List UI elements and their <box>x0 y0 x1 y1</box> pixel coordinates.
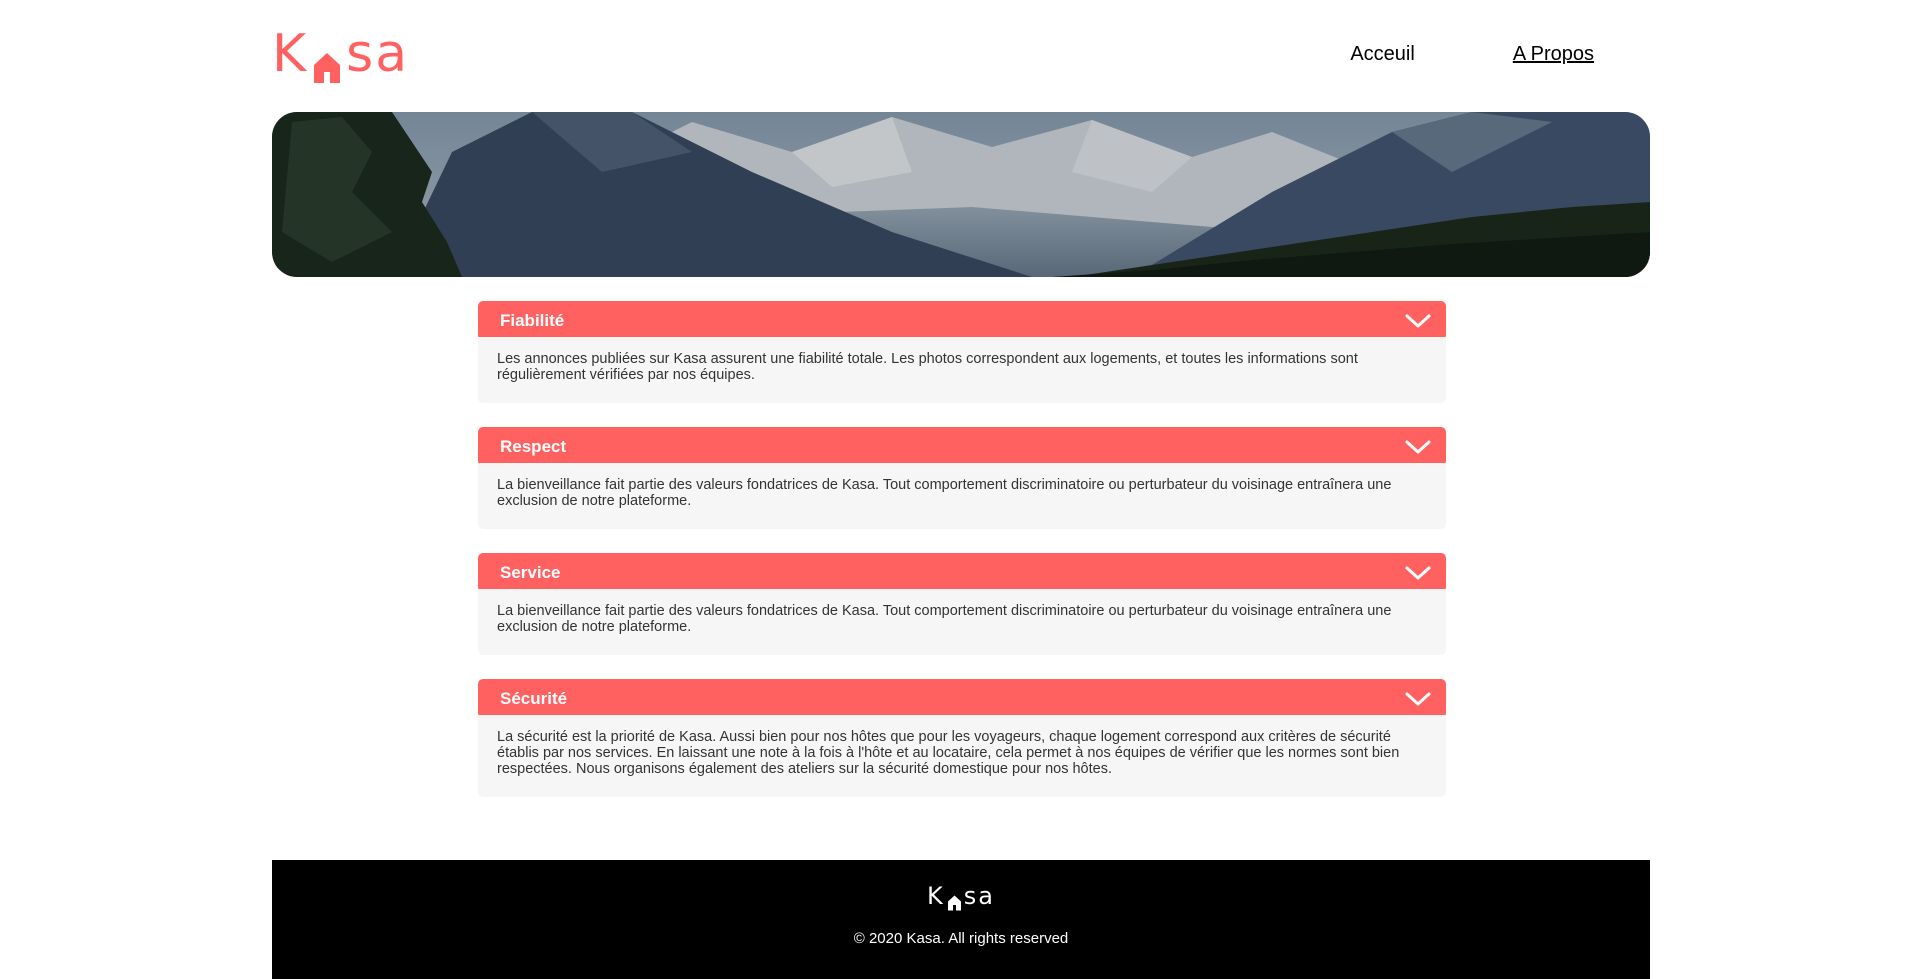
collapse-service: Service La bienveillance fait partie des… <box>478 553 1446 655</box>
collapse-body-fiabilite: Les annonces publiées sur Kasa assurent … <box>478 337 1446 403</box>
footer-logo-letters-sa: sa <box>963 882 995 910</box>
chevron-down-icon[interactable] <box>1404 564 1432 582</box>
chevron-down-icon[interactable] <box>1404 690 1432 708</box>
copyright-text: © 2020 Kasa. All rights reserved <box>853 930 1069 947</box>
about-page: K sa Acceuil A Propos Fiabilité Les anno… <box>0 0 1920 979</box>
logo-letter-k: K <box>272 24 309 84</box>
logo-letters-sa: sa <box>346 24 410 84</box>
collapse-header-securite[interactable]: Sécurité <box>478 679 1446 718</box>
nav-link-home[interactable]: Acceuil <box>1350 43 1414 66</box>
house-icon <box>310 41 344 83</box>
main-nav: Acceuil A Propos <box>1350 43 1594 66</box>
mountain-landscape-image <box>272 112 1650 277</box>
footer: K sa © 2020 Kasa. All rights reserved <box>272 860 1650 979</box>
collapse-header-service[interactable]: Service <box>478 553 1446 592</box>
house-icon <box>946 889 963 911</box>
values-accordion: Fiabilité Les annonces publiées sur Kasa… <box>478 301 1446 821</box>
chevron-down-icon[interactable] <box>1404 312 1432 330</box>
collapse-title: Respect <box>500 436 567 456</box>
collapse-header-respect[interactable]: Respect <box>478 427 1446 466</box>
collapse-title: Sécurité <box>500 688 568 708</box>
kasa-logo[interactable]: K sa <box>272 24 410 84</box>
header: K sa Acceuil A Propos <box>272 24 1650 84</box>
footer-logo: K sa <box>927 882 995 911</box>
collapse-title: Fiabilité <box>500 310 565 330</box>
collapse-body-securite: La sécurité est la priorité de Kasa. Aus… <box>478 715 1446 797</box>
collapse-body-service: La bienveillance fait partie des valeurs… <box>478 589 1446 655</box>
banner-image <box>272 112 1650 277</box>
collapse-fiabilite: Fiabilité Les annonces publiées sur Kasa… <box>478 301 1446 403</box>
collapse-title: Service <box>500 562 561 582</box>
collapse-respect: Respect La bienveillance fait partie des… <box>478 427 1446 529</box>
footer-logo-letter-k: K <box>927 882 945 910</box>
nav-link-about[interactable]: A Propos <box>1513 43 1594 66</box>
collapse-body-respect: La bienveillance fait partie des valeurs… <box>478 463 1446 529</box>
collapse-header-fiabilite[interactable]: Fiabilité <box>478 301 1446 340</box>
collapse-securite: Sécurité La sécurité est la priorité de … <box>478 679 1446 797</box>
chevron-down-icon[interactable] <box>1404 438 1432 456</box>
